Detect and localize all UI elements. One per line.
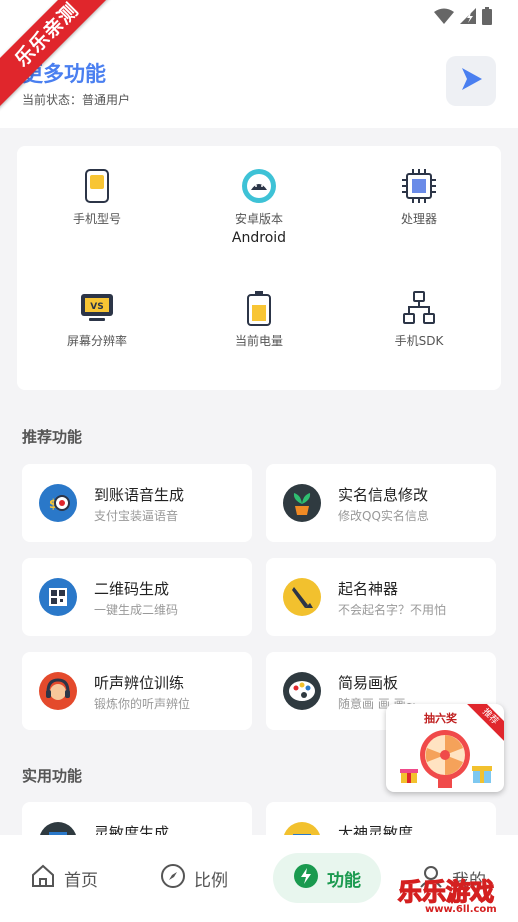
wifi-icon <box>434 8 454 28</box>
nav-ratio[interactable]: 比例 <box>160 853 228 903</box>
qrcode-icon <box>39 578 77 616</box>
home-icon <box>30 863 56 894</box>
promo-title: 抽六奖 <box>424 712 457 725</box>
section-title-recommended: 推荐功能 <box>22 428 83 446</box>
play-button[interactable] <box>446 56 496 106</box>
info-screen-resolution[interactable]: VS 屏幕分辨率 <box>17 290 177 352</box>
wheel-icon <box>418 728 472 792</box>
battery-status-icon <box>482 7 492 29</box>
android-icon <box>241 168 277 204</box>
gift-icon <box>400 766 418 788</box>
cpu-icon <box>401 168 437 204</box>
info-sdk[interactable]: 手机SDK <box>339 290 499 352</box>
headphone-icon <box>39 672 77 710</box>
feature-card[interactable]: 起名神器 不会起名字？不用怕 <box>266 558 496 636</box>
bolt-icon <box>293 863 319 894</box>
nav-features[interactable]: 功能 <box>273 853 381 903</box>
info-phone-model[interactable]: 手机型号 <box>17 168 177 230</box>
watermark-logo: 乐乐游戏 <box>397 877 494 906</box>
device-info-card: 手机型号 安卓版本 Android 处理器 VS 屏幕分辨率 当前电量 手机SD… <box>17 146 501 390</box>
user-status: 当前状态：普通用户 <box>22 91 130 108</box>
info-battery[interactable]: 当前电量 <box>179 290 339 352</box>
header: 更多功能 当前状态：普通用户 <box>0 34 518 128</box>
gift-icon <box>472 762 492 788</box>
svg-text:VS: VS <box>90 302 103 312</box>
palette-icon <box>283 672 321 710</box>
battery-icon <box>241 290 277 326</box>
screen-icon: VS <box>79 290 115 326</box>
feature-card[interactable]: $ 到账语音生成 支付宝装逼语音 <box>22 464 252 542</box>
watermark-url: www.6ll.com <box>425 904 497 915</box>
phone-icon <box>79 168 115 204</box>
payment-voice-icon: $ <box>39 484 77 522</box>
lottery-promo[interactable]: 抽六奖 推荐 <box>386 704 504 792</box>
plant-icon <box>283 484 321 522</box>
status-label: 当前状态： <box>22 93 83 107</box>
feature-card[interactable]: 实名信息修改 修改QQ实名信息 <box>266 464 496 542</box>
nav-home[interactable]: 首页 <box>30 853 98 903</box>
compass-icon <box>160 863 186 894</box>
play-icon <box>458 66 484 96</box>
status-value: 普通用户 <box>82 93 131 107</box>
info-processor[interactable]: 处理器 <box>339 168 499 230</box>
signal-icon <box>460 8 476 28</box>
sdk-icon <box>401 290 437 326</box>
info-android-version[interactable]: 安卓版本 Android <box>179 168 339 246</box>
feature-card[interactable]: 二维码生成 一键生成二维码 <box>22 558 252 636</box>
feature-card[interactable]: 听声辨位训练 锻炼你的听声辨位 <box>22 652 252 730</box>
section-title-practical: 实用功能 <box>22 767 83 785</box>
brush-icon <box>283 578 321 616</box>
